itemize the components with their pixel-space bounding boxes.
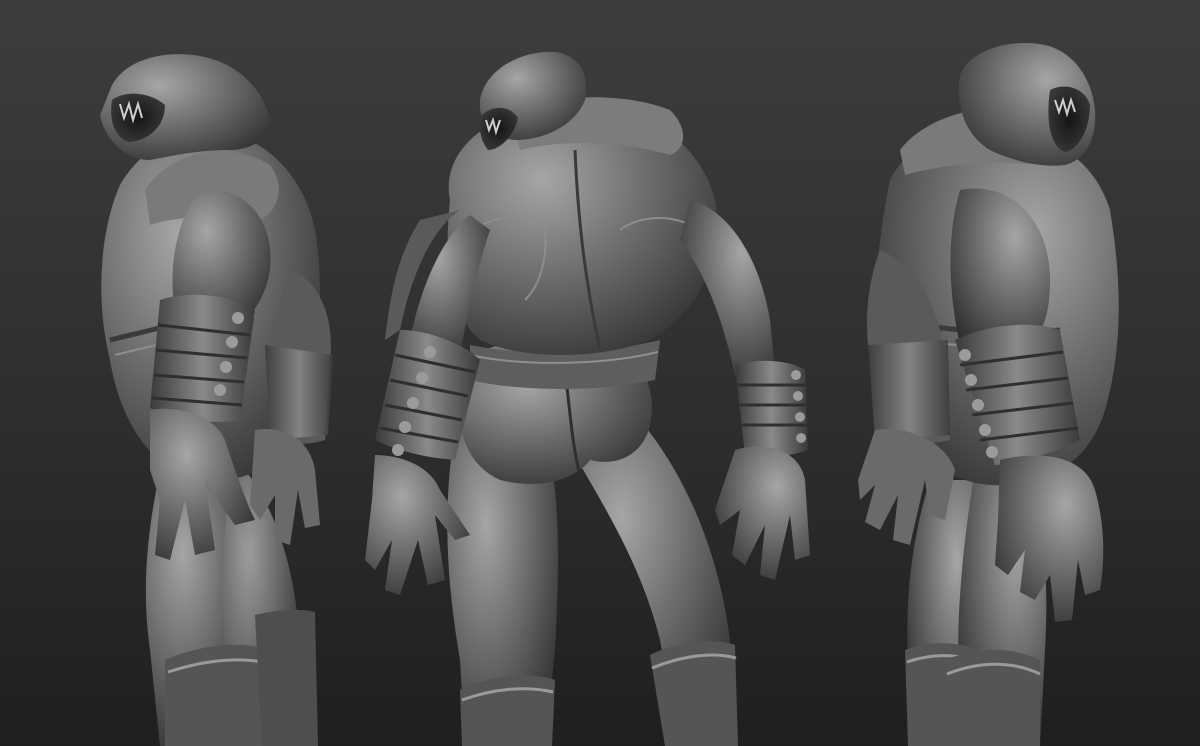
render-canvas	[0, 0, 1200, 746]
sculpt-render-viewport	[0, 0, 1200, 746]
back-left-boot	[460, 675, 555, 746]
